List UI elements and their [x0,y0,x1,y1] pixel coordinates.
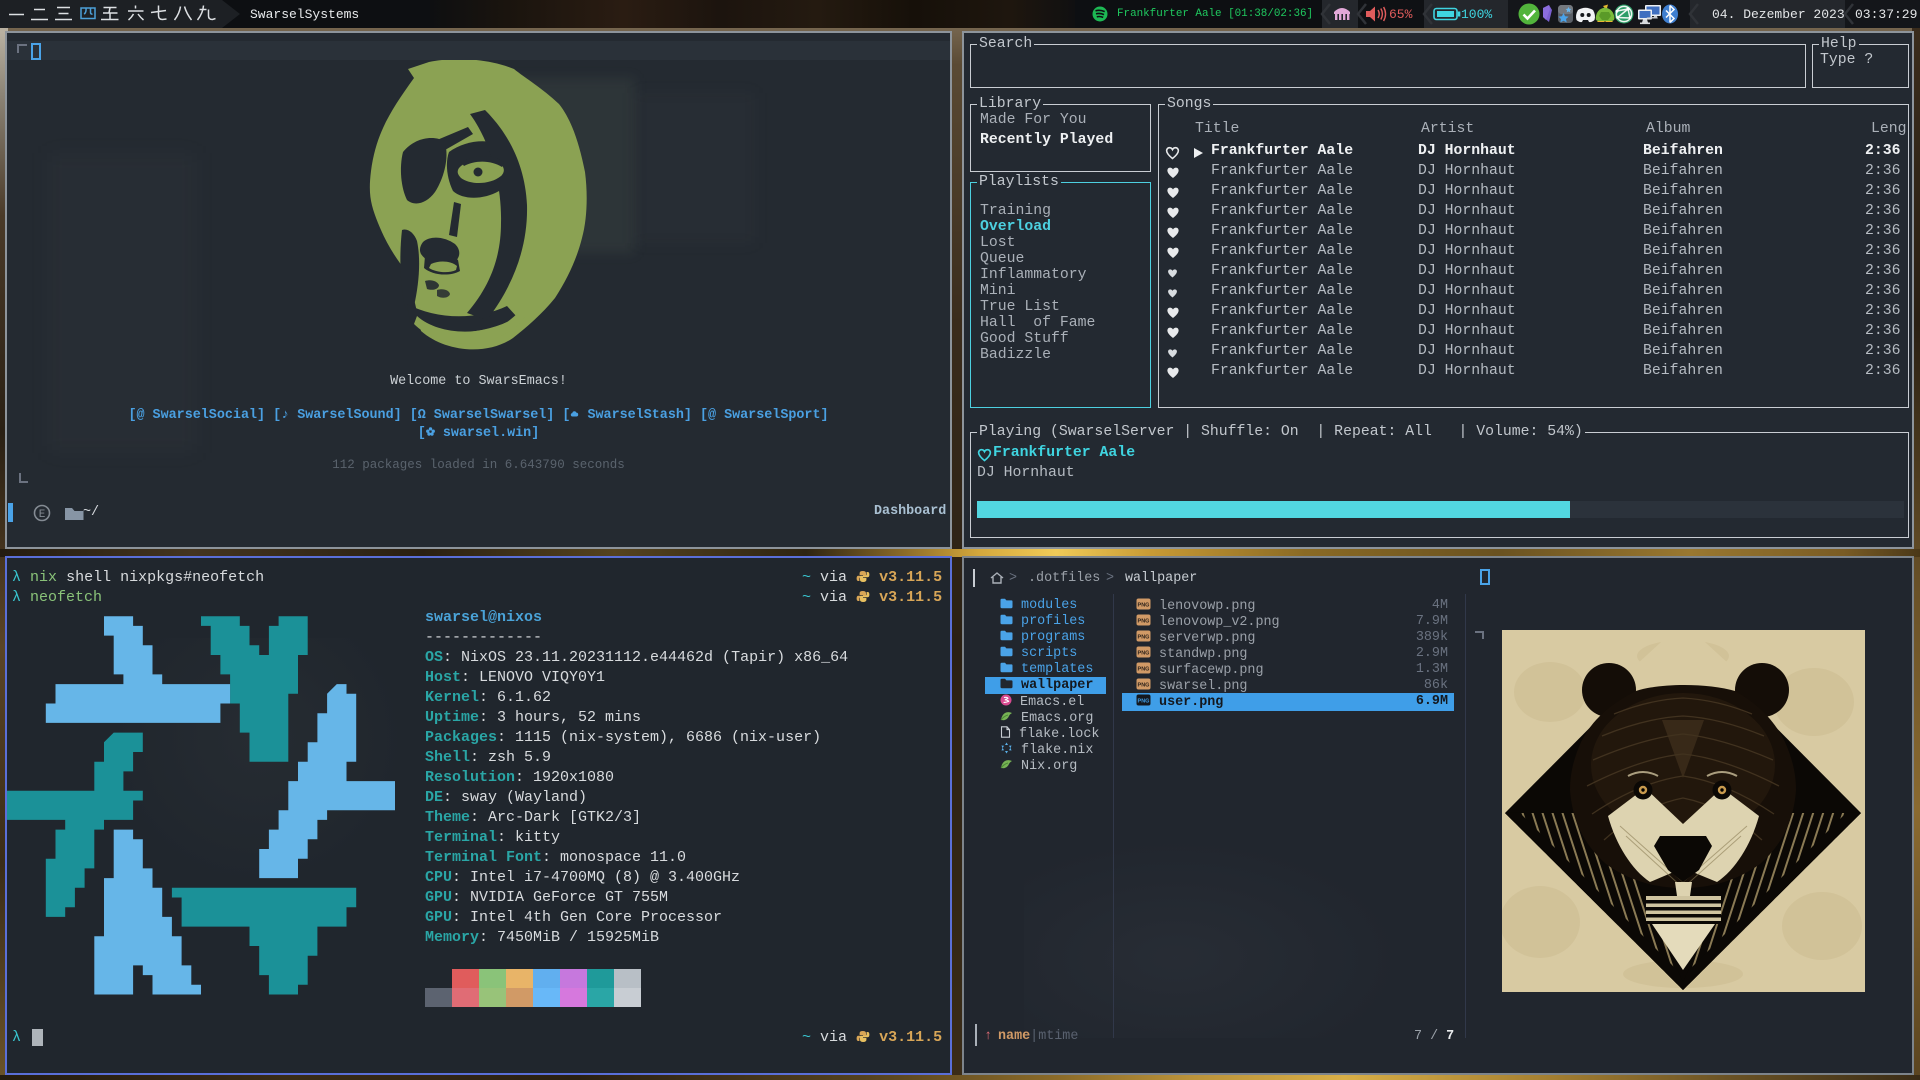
svg-text:PNG: PNG [1138,651,1150,657]
svg-text:PNG: PNG [1138,635,1150,641]
svg-text:E: E [39,509,46,521]
svg-text:PNG: PNG [1138,667,1150,673]
svg-text:PNG: PNG [1138,699,1150,705]
svg-text:PNG: PNG [1138,683,1150,689]
svg-text:PNG: PNG [1138,619,1150,625]
svg-text:PNG: PNG [1138,603,1150,609]
